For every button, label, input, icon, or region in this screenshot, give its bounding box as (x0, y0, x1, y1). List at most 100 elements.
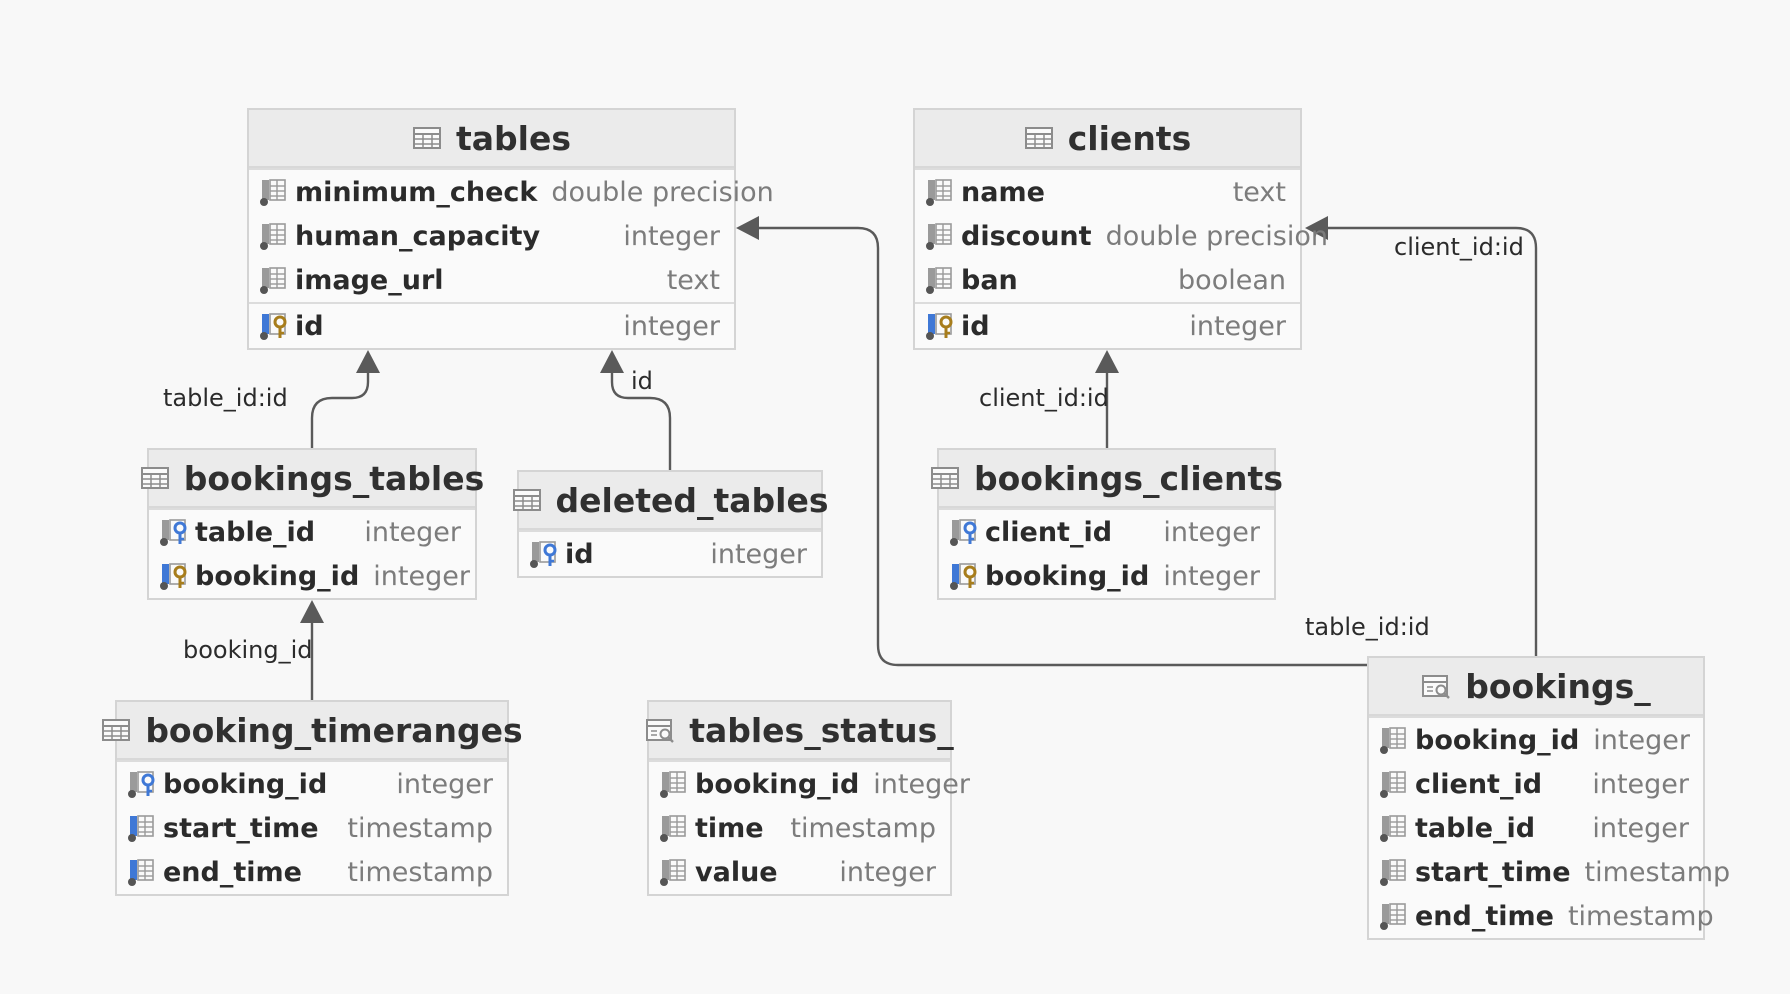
column-name: table_id (1415, 812, 1536, 844)
foreign-key-icon (127, 769, 157, 799)
entity-tables-status[interactable]: tables_status_ booking_id integer time times… (646, 700, 970, 896)
column-type: timestamp (1584, 856, 1731, 888)
column-row[interactable]: human_capacity integer (249, 214, 734, 258)
column-type: integer (623, 310, 720, 342)
column-row[interactable]: table_id integer (149, 510, 475, 554)
column-icon (259, 177, 289, 207)
column-type: integer (623, 220, 720, 252)
column-row[interactable]: id integer (915, 304, 1300, 348)
column-icon (1379, 725, 1409, 755)
entity-bookings-view[interactable]: bookings_ booking_id integer client_id integ… (1367, 656, 1730, 940)
column-row[interactable]: booking_id integer (1369, 718, 1703, 762)
column-name: human_capacity (295, 220, 541, 252)
relation-line-bookings-tables-to-tables (310, 372, 370, 448)
column-icon (259, 265, 289, 295)
column-type: timestamp (790, 812, 936, 844)
column-row[interactable]: table_id integer (1369, 806, 1703, 850)
entity-bookings-tables[interactable]: bookings_tables table_id integer booking_id… (140, 448, 484, 600)
table-icon (412, 123, 442, 153)
column-row[interactable]: client_id integer (939, 510, 1274, 554)
entity-header[interactable]: bookings_ (1369, 658, 1703, 716)
entity-deleted-tables[interactable]: deleted_tables id integer (512, 470, 829, 578)
primary-key-icon (159, 561, 189, 591)
entity-title: tables_status_ (689, 710, 954, 750)
column-type: text (1232, 176, 1286, 208)
entity-header[interactable]: tables (249, 110, 734, 168)
foreign-key-icon (159, 517, 189, 547)
entity-clients[interactable]: clients name text discount double precision b… (913, 108, 1328, 350)
column-name: ban (961, 264, 1018, 296)
column-type: boolean (1178, 264, 1286, 296)
column-type: double precision (551, 176, 774, 208)
column-name: client_id (1415, 768, 1543, 800)
relation-label: table_id:id (163, 384, 288, 412)
column-row[interactable]: end_time timestamp (117, 850, 507, 894)
column-name: client_id (985, 516, 1113, 548)
column-type: timestamp (347, 856, 493, 888)
column-row[interactable]: client_id integer (1369, 762, 1703, 806)
column-name: id (961, 310, 990, 342)
column-row[interactable]: booking_id integer (149, 554, 475, 598)
column-icon (659, 857, 689, 887)
column-row[interactable]: start_time timestamp (117, 806, 507, 850)
column-type: integer (1163, 560, 1260, 592)
column-row[interactable]: minimum_check double precision (249, 170, 774, 214)
column-row[interactable]: id integer (519, 532, 821, 576)
column-type: integer (839, 856, 936, 888)
column-type: integer (1592, 812, 1689, 844)
column-name: start_time (1415, 856, 1571, 888)
column-name: start_time (163, 812, 319, 844)
entity-bookings-clients[interactable]: bookings_clients client_id integer booking_… (931, 448, 1283, 600)
entity-header[interactable]: tables_status_ (646, 702, 954, 760)
column-row[interactable]: ban boolean (915, 258, 1300, 302)
column-icon (925, 221, 955, 251)
column-row[interactable]: time timestamp (649, 806, 950, 850)
relation-label: table_id:id (1305, 613, 1430, 641)
entity-title: bookings_clients (974, 458, 1283, 498)
entity-header[interactable]: bookings_tables (140, 450, 484, 508)
entity-header[interactable]: booking_timeranges (102, 702, 523, 760)
relation-arrowhead (1095, 350, 1119, 373)
column-icon (1379, 857, 1409, 887)
relation-label: booking_id (183, 636, 313, 664)
column-row[interactable]: booking_id integer (117, 762, 507, 806)
keys-section: id integer (915, 302, 1300, 348)
column-row[interactable]: id integer (249, 304, 734, 348)
column-name: booking_id (163, 768, 328, 800)
column-row[interactable]: start_time timestamp (1369, 850, 1730, 894)
column-name: booking_id (1415, 724, 1580, 756)
relation-label: id (631, 367, 653, 395)
foreign-key-icon (949, 517, 979, 547)
entity-header[interactable]: clients (915, 110, 1300, 168)
indexed-column-icon (127, 857, 157, 887)
column-row[interactable]: end_time timestamp (1369, 894, 1714, 938)
keys-section: id integer (249, 302, 734, 348)
column-type: integer (1189, 310, 1286, 342)
column-row[interactable]: booking_id integer (939, 554, 1274, 598)
column-row[interactable]: booking_id integer (649, 762, 970, 806)
column-icon (925, 265, 955, 295)
entity-title: bookings_tables (183, 458, 485, 498)
view-icon (645, 715, 675, 745)
table-icon (1024, 123, 1054, 153)
column-type: integer (1593, 724, 1690, 756)
entity-title: tables (455, 118, 571, 158)
column-row[interactable]: discount double precision (915, 214, 1328, 258)
entity-header[interactable]: deleted_tables (512, 472, 829, 530)
column-type: integer (364, 516, 461, 548)
entity-title: booking_timeranges (145, 710, 523, 750)
column-type: integer (710, 538, 807, 570)
column-row[interactable]: name text (915, 170, 1300, 214)
column-row[interactable]: value integer (649, 850, 950, 894)
relation-label: client_id:id (979, 384, 1109, 412)
column-icon (259, 221, 289, 251)
column-name: value (695, 856, 778, 888)
column-type: timestamp (347, 812, 493, 844)
entity-booking-timeranges[interactable]: booking_timeranges booking_id integer start… (102, 700, 523, 896)
entity-header[interactable]: bookings_clients (931, 450, 1283, 508)
relation-arrowhead (736, 216, 759, 240)
column-name: end_time (163, 856, 302, 888)
column-row[interactable]: image_url text (249, 258, 734, 302)
table-icon (140, 463, 170, 493)
entity-tables[interactable]: tables minimum_check double precision human… (247, 108, 774, 350)
